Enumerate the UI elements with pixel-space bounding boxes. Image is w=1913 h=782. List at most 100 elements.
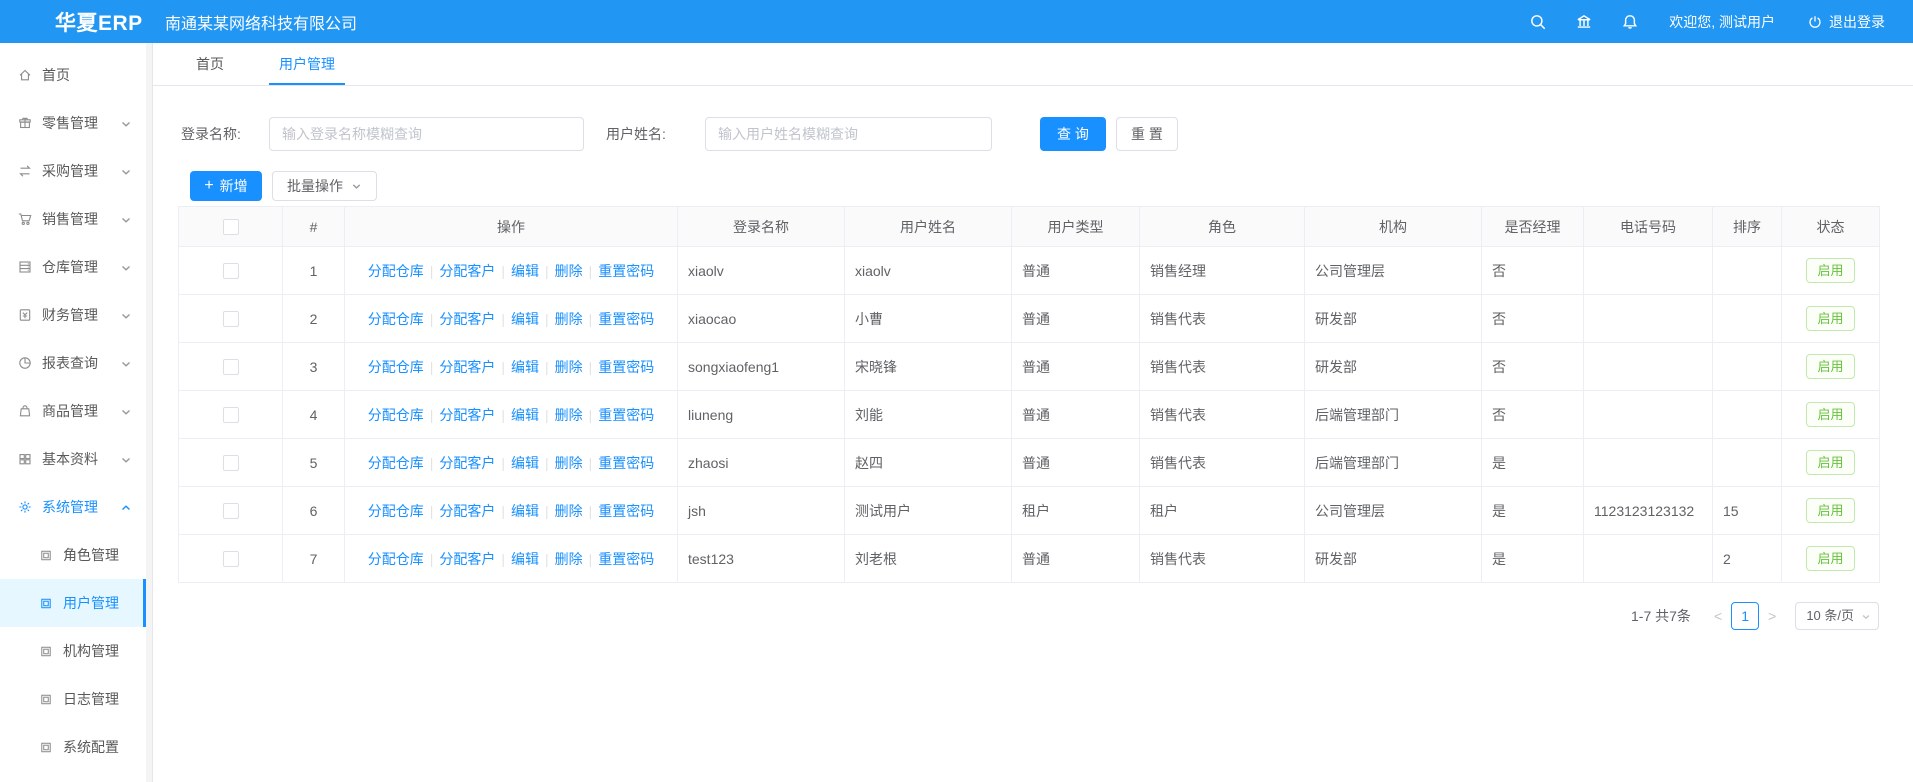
action-separator: | — [545, 455, 549, 471]
prev-page-icon[interactable]: < — [1714, 608, 1722, 624]
action-link[interactable]: 重置密码 — [598, 551, 654, 567]
content-panel: 登录名称: 用户姓名: 查 询 重 置 + 新增 批量操作 — [153, 86, 1913, 630]
cell-name: xiaolv — [845, 247, 1012, 295]
action-link[interactable]: 编辑 — [511, 407, 539, 423]
sidebar-item-home[interactable]: 首页 — [0, 51, 146, 99]
sidebar-item-basic[interactable]: 基本资料 — [0, 435, 146, 483]
row-checkbox[interactable] — [223, 263, 239, 279]
bell-icon[interactable] — [1621, 13, 1639, 31]
action-link[interactable]: 删除 — [555, 455, 583, 471]
action-link[interactable]: 分配客户 — [439, 551, 495, 567]
row-checkbox[interactable] — [223, 503, 239, 519]
sidebar-item-system-config[interactable]: 系统配置 — [0, 723, 146, 771]
action-link[interactable]: 分配客户 — [439, 359, 495, 375]
action-link[interactable]: 重置密码 — [598, 359, 654, 375]
sidebar-item-user-mgmt[interactable]: 用户管理 — [0, 579, 146, 627]
page-number-button[interactable]: 1 — [1731, 602, 1759, 630]
action-link[interactable]: 编辑 — [511, 503, 539, 519]
cell-login: test123 — [678, 535, 845, 583]
action-link[interactable]: 重置密码 — [598, 263, 654, 279]
action-link[interactable]: 重置密码 — [598, 311, 654, 327]
action-link[interactable]: 分配仓库 — [368, 263, 424, 279]
sidebar-item-role-mgmt[interactable]: 角色管理 — [0, 531, 146, 579]
cell-phone — [1584, 391, 1713, 439]
row-checkbox[interactable] — [223, 407, 239, 423]
tab-user-mgmt[interactable]: 用户管理 — [269, 43, 345, 85]
select-all-checkbox[interactable] — [223, 219, 239, 235]
action-link[interactable]: 分配仓库 — [368, 455, 424, 471]
row-actions: 分配仓库|分配客户|编辑|删除|重置密码 — [345, 343, 678, 391]
pagination-total: 1-7 共7条 — [1631, 606, 1691, 626]
action-separator: | — [545, 263, 549, 279]
cell-manager: 是 — [1482, 487, 1584, 535]
platform-icon[interactable] — [1575, 13, 1593, 31]
action-link[interactable]: 分配客户 — [439, 263, 495, 279]
cell-org: 公司管理层 — [1305, 247, 1482, 295]
add-button[interactable]: + 新增 — [190, 171, 262, 201]
action-link[interactable]: 分配客户 — [439, 407, 495, 423]
cell-type: 普通 — [1012, 343, 1140, 391]
sidebar-item-purchase[interactable]: 采购管理 — [0, 147, 146, 195]
action-link[interactable]: 删除 — [555, 503, 583, 519]
cell-type: 普通 — [1012, 247, 1140, 295]
action-link[interactable]: 删除 — [555, 551, 583, 567]
sidebar-item-org-mgmt[interactable]: 机构管理 — [0, 627, 146, 675]
action-link[interactable]: 编辑 — [511, 263, 539, 279]
action-link[interactable]: 分配客户 — [439, 503, 495, 519]
action-link[interactable]: 编辑 — [511, 311, 539, 327]
search-icon[interactable] — [1529, 13, 1547, 31]
logout-button[interactable]: 退出登录 — [1807, 12, 1885, 32]
cell-role: 租户 — [1140, 487, 1305, 535]
cell-type: 租户 — [1012, 487, 1140, 535]
action-link[interactable]: 重置密码 — [598, 503, 654, 519]
action-link[interactable]: 删除 — [555, 359, 583, 375]
action-link[interactable]: 编辑 — [511, 359, 539, 375]
sidebar-item-retail[interactable]: 零售管理 — [0, 99, 146, 147]
action-separator: | — [545, 407, 549, 423]
action-separator: | — [430, 263, 434, 279]
col-org: 机构 — [1305, 207, 1482, 247]
action-link[interactable]: 分配仓库 — [368, 551, 424, 567]
row-index: 2 — [283, 295, 345, 343]
action-link[interactable]: 分配仓库 — [368, 503, 424, 519]
chevron-down-icon — [120, 117, 132, 129]
sidebar-item-sales[interactable]: 销售管理 — [0, 195, 146, 243]
row-checkbox[interactable] — [223, 551, 239, 567]
action-link[interactable]: 编辑 — [511, 551, 539, 567]
action-link[interactable]: 分配仓库 — [368, 407, 424, 423]
sidebar-item-goods[interactable]: 商品管理 — [0, 387, 146, 435]
user-name-input[interactable] — [705, 117, 992, 151]
sidebar-item-system[interactable]: 系统管理 — [0, 483, 146, 531]
action-link[interactable]: 删除 — [555, 407, 583, 423]
row-checkbox[interactable] — [223, 359, 239, 375]
next-page-icon[interactable]: > — [1768, 608, 1776, 624]
action-link[interactable]: 重置密码 — [598, 455, 654, 471]
row-checkbox[interactable] — [223, 455, 239, 471]
search-button[interactable]: 查 询 — [1040, 117, 1106, 151]
sidebar-item-report[interactable]: 报表查询 — [0, 339, 146, 387]
action-link[interactable]: 重置密码 — [598, 407, 654, 423]
action-link[interactable]: 删除 — [555, 263, 583, 279]
reset-button[interactable]: 重 置 — [1116, 117, 1178, 151]
row-actions: 分配仓库|分配客户|编辑|删除|重置密码 — [345, 391, 678, 439]
sidebar-scrollbar-track[interactable] — [146, 43, 153, 782]
table-row: 2 分配仓库|分配客户|编辑|删除|重置密码 xiaocao 小曹 普通 销售代… — [179, 295, 1880, 343]
action-link[interactable]: 分配客户 — [439, 311, 495, 327]
row-checkbox[interactable] — [223, 311, 239, 327]
cell-login: xiaocao — [678, 295, 845, 343]
sidebar-item-log-mgmt[interactable]: 日志管理 — [0, 675, 146, 723]
table-row: 3 分配仓库|分配客户|编辑|删除|重置密码 songxiaofeng1 宋晓锋… — [179, 343, 1880, 391]
tab-home[interactable]: 首页 — [186, 43, 234, 85]
action-link[interactable]: 分配仓库 — [368, 311, 424, 327]
page-size-select[interactable]: 10 条/页 — [1795, 602, 1879, 630]
sidebar-item-warehouse[interactable]: 仓库管理 — [0, 243, 146, 291]
action-link[interactable]: 分配客户 — [439, 455, 495, 471]
cell-type: 普通 — [1012, 535, 1140, 583]
action-link[interactable]: 分配仓库 — [368, 359, 424, 375]
action-link[interactable]: 编辑 — [511, 455, 539, 471]
batch-actions-button[interactable]: 批量操作 — [272, 171, 377, 201]
login-name-input[interactable] — [269, 117, 584, 151]
action-link[interactable]: 删除 — [555, 311, 583, 327]
status-badge: 启用 — [1806, 546, 1854, 571]
sidebar-item-finance[interactable]: 财务管理 — [0, 291, 146, 339]
